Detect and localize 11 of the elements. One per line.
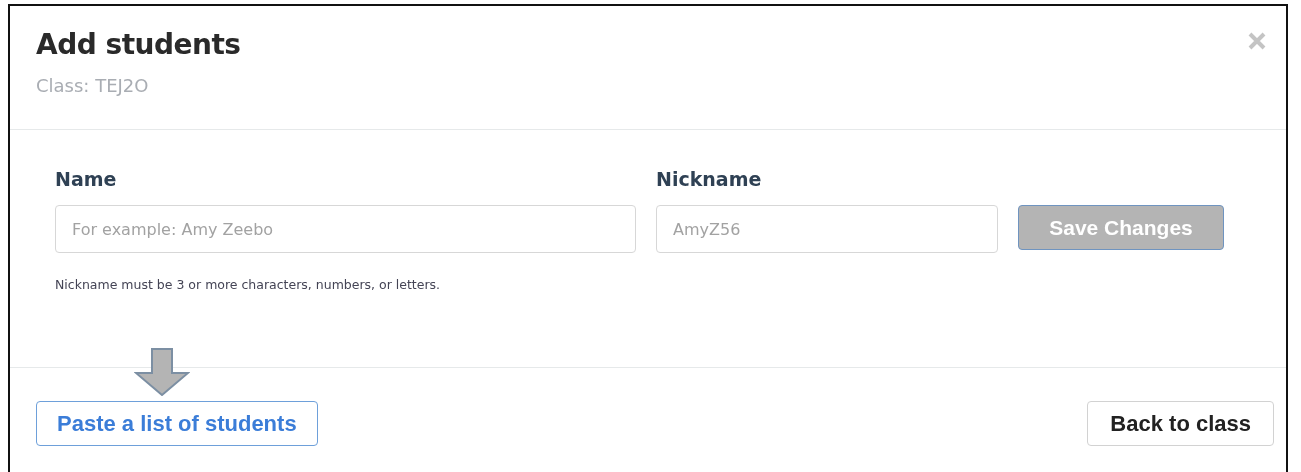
close-icon[interactable] — [1248, 32, 1266, 50]
input-field[interactable]: For example: Amy Zeebo — [55, 205, 636, 253]
paste-list-button[interactable]: Paste a list of students — [36, 401, 318, 446]
field-label: Name — [55, 168, 118, 190]
dialog-title: Add students — [36, 28, 241, 61]
field-label: Nickname — [656, 168, 763, 190]
down-arrow-icon — [134, 348, 190, 396]
hint-text: Nickname must be 3 or more characters, numbers, or letters. — [55, 277, 442, 292]
class-subtitle: Class: TEJ2O — [36, 75, 150, 96]
input-field[interactable]: AmyZ56 — [656, 205, 998, 253]
back-to-class-button[interactable]: Back to class — [1087, 401, 1274, 446]
